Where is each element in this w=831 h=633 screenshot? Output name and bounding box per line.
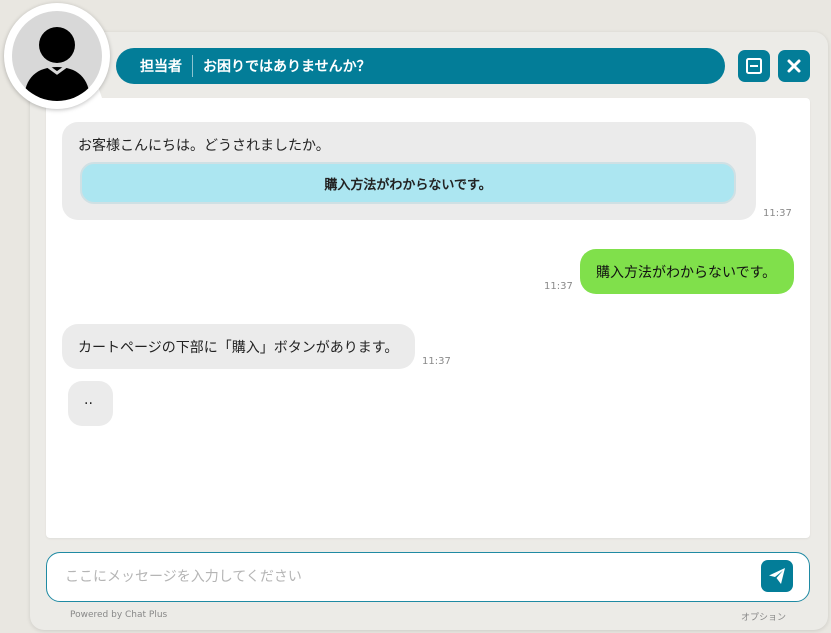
message-timestamp: 11:37	[544, 281, 573, 292]
powered-by-link[interactable]: Powered by Chat Plus	[70, 610, 167, 620]
close-button[interactable]	[778, 50, 810, 82]
message-timestamp: 11:37	[422, 356, 451, 367]
message-input-container	[46, 552, 810, 602]
message-timestamp: 11:37	[763, 208, 792, 219]
agent-role-label: 担当者	[140, 59, 182, 75]
minimize-icon	[746, 58, 762, 74]
minimize-button[interactable]	[738, 50, 770, 82]
agent-message: カートページの下部に「購入」ボタンがあります。	[62, 324, 415, 369]
chat-header: 担当者 お困りではありませんか？	[116, 48, 725, 84]
typing-indicator: ..	[68, 381, 113, 426]
quick-reply-label: 購入方法がわからないです。	[324, 177, 492, 193]
agent-message: お客様こんにちは。どうされましたか。 購入方法がわからないです。	[62, 122, 756, 220]
quick-reply-button[interactable]: 購入方法がわからないです。	[80, 162, 736, 204]
header-divider	[192, 55, 193, 77]
user-message: 購入方法がわからないです。	[580, 249, 794, 294]
person-icon	[12, 11, 102, 101]
agent-message-text: お客様こんにちは。どうされましたか。	[78, 138, 330, 154]
close-icon	[787, 59, 801, 73]
message-input[interactable]	[63, 553, 747, 601]
send-button[interactable]	[761, 560, 793, 592]
message-list[interactable]: お客様こんにちは。どうされましたか。 購入方法がわからないです。 11:37 1…	[46, 98, 810, 538]
user-message-text: 購入方法がわからないです。	[596, 265, 777, 281]
options-link[interactable]: オプション	[741, 610, 786, 623]
send-icon	[769, 568, 785, 584]
avatar	[4, 3, 110, 109]
typing-dots: ..	[84, 392, 93, 408]
chat-title: お困りではありませんか？	[203, 59, 371, 75]
agent-message-text: カートページの下部に「購入」ボタンがあります。	[78, 340, 399, 356]
